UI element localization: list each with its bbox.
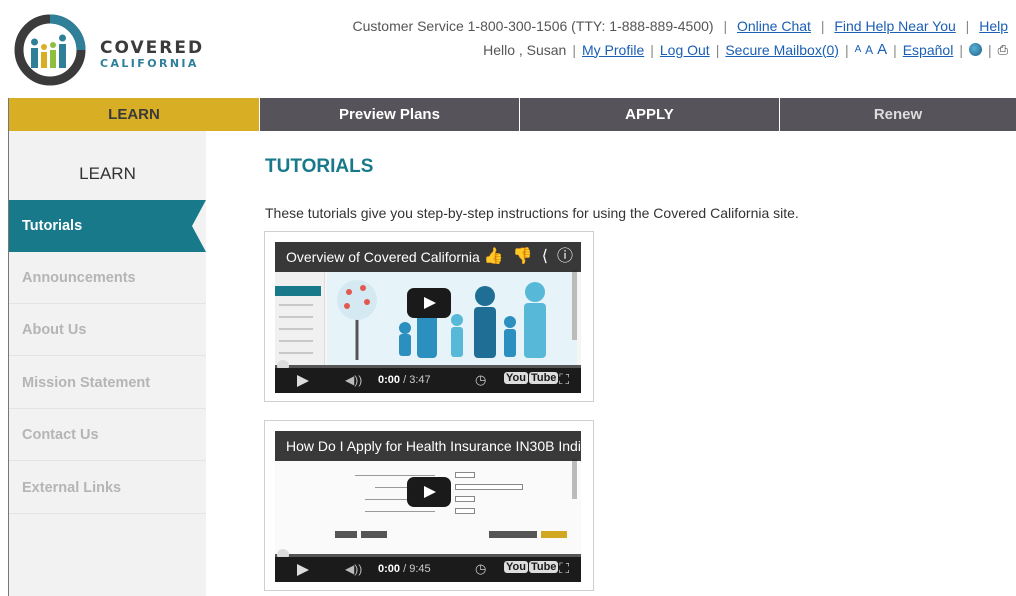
text-size-large-button[interactable]: A <box>877 41 887 58</box>
video-card-how-to-apply[interactable]: How Do I Apply for Health Insurance IN30… <box>264 420 594 591</box>
volume-icon[interactable]: ◀)) <box>345 373 362 387</box>
video-title-bar: Overview of Covered California 👍 👎 ⟨ ⓘ <box>275 242 581 272</box>
sidebar: LEARN Tutorials Announcements About Us M… <box>9 131 206 596</box>
family-illustration-icon <box>327 270 577 365</box>
play-button-overlay[interactable] <box>407 477 451 507</box>
nav-tab-learn[interactable]: LEARN <box>9 98 259 131</box>
espanol-link[interactable]: Español <box>903 42 954 58</box>
play-icon[interactable] <box>297 564 309 576</box>
log-out-link[interactable]: Log Out <box>660 42 710 58</box>
youtube-logo-icon[interactable]: You Tube <box>503 372 559 384</box>
video-controls: ◀)) 0:00 / 3:47 ◷ You Tube ⛶ <box>275 368 581 393</box>
page-title: TUTORIALS <box>265 156 374 177</box>
play-icon[interactable] <box>297 375 309 387</box>
covered-california-logo[interactable]: COVERED CALIFORNIA <box>14 14 202 86</box>
utility-bar-bottom: Hello , Susan | My Profile | Log Out | S… <box>483 41 1008 58</box>
video-title[interactable]: How Do I Apply for Health Insurance IN30… <box>286 438 581 454</box>
watch-later-icon[interactable]: ◷ <box>475 561 486 577</box>
help-link[interactable]: Help <box>979 18 1008 34</box>
logo-emblem-icon <box>14 14 86 86</box>
nav-tab-apply[interactable]: APPLY <box>519 98 779 131</box>
info-icon[interactable]: ⓘ <box>557 242 573 272</box>
like-icon[interactable]: 👍 <box>484 242 504 272</box>
video-player[interactable]: Overview of Covered California 👍 👎 ⟨ ⓘ ◀… <box>275 242 581 393</box>
site-header: COVERED CALIFORNIA Customer Service 1-80… <box>0 0 1016 98</box>
sidebar-item-tutorials[interactable]: Tutorials <box>9 200 206 252</box>
globe-icon[interactable] <box>968 43 982 56</box>
video-title[interactable]: Overview of Covered California <box>286 249 480 265</box>
print-icon[interactable]: ⎙ <box>998 42 1008 58</box>
customer-service-text: Customer Service 1-800-300-1506 (TTY: 1-… <box>352 18 714 34</box>
utility-bar-top: Customer Service 1-800-300-1506 (TTY: 1-… <box>352 18 1009 34</box>
video-player[interactable]: How Do I Apply for Health Insurance IN30… <box>275 431 581 582</box>
volume-icon[interactable]: ◀)) <box>345 562 362 576</box>
online-chat-link[interactable]: Online Chat <box>737 18 811 34</box>
my-profile-link[interactable]: My Profile <box>582 42 644 58</box>
page-description: These tutorials give you step-by-step in… <box>265 205 799 221</box>
nav-tab-preview-plans[interactable]: Preview Plans <box>259 98 519 131</box>
sidebar-item-mission-statement[interactable]: Mission Statement <box>9 357 206 409</box>
text-size-medium-button[interactable]: A <box>865 43 873 57</box>
nav-tab-renew[interactable]: Renew <box>779 98 1016 131</box>
main-nav: LEARN Preview Plans APPLY Renew <box>9 98 1016 131</box>
secure-mailbox-link[interactable]: Secure Mailbox(0) <box>725 42 839 58</box>
sidebar-title: LEARN <box>79 164 136 183</box>
logo-text-line1: COVERED <box>100 38 205 58</box>
share-icon[interactable]: ⟨ <box>542 242 548 272</box>
fullscreen-icon[interactable]: ⛶ <box>559 371 571 388</box>
find-help-link[interactable]: Find Help Near You <box>834 18 955 34</box>
video-card-overview[interactable]: Overview of Covered California 👍 👎 ⟨ ⓘ ◀… <box>264 231 594 402</box>
sidebar-item-contact-us[interactable]: Contact Us <box>9 409 206 461</box>
youtube-logo-icon[interactable]: You Tube <box>503 561 559 573</box>
fullscreen-icon[interactable]: ⛶ <box>559 560 571 577</box>
sidebar-item-about-us[interactable]: About Us <box>9 304 206 356</box>
video-controls: ◀)) 0:00 / 9:45 ◷ You Tube ⛶ <box>275 557 581 582</box>
logo-text-line2: CALIFORNIA <box>100 57 199 70</box>
play-button-overlay[interactable] <box>407 288 451 318</box>
dislike-icon[interactable]: 👎 <box>513 242 533 272</box>
greeting-text: Hello , Susan <box>483 41 567 58</box>
text-size-small-button[interactable]: A <box>855 44 862 55</box>
sidebar-item-announcements[interactable]: Announcements <box>9 252 206 304</box>
video-time: 0:00 / 3:47 <box>378 374 431 386</box>
video-time: 0:00 / 9:45 <box>378 563 431 575</box>
watch-later-icon[interactable]: ◷ <box>475 372 486 388</box>
sidebar-item-external-links[interactable]: External Links <box>9 462 206 514</box>
video-title-bar: How Do I Apply for Health Insurance IN30… <box>275 431 581 461</box>
